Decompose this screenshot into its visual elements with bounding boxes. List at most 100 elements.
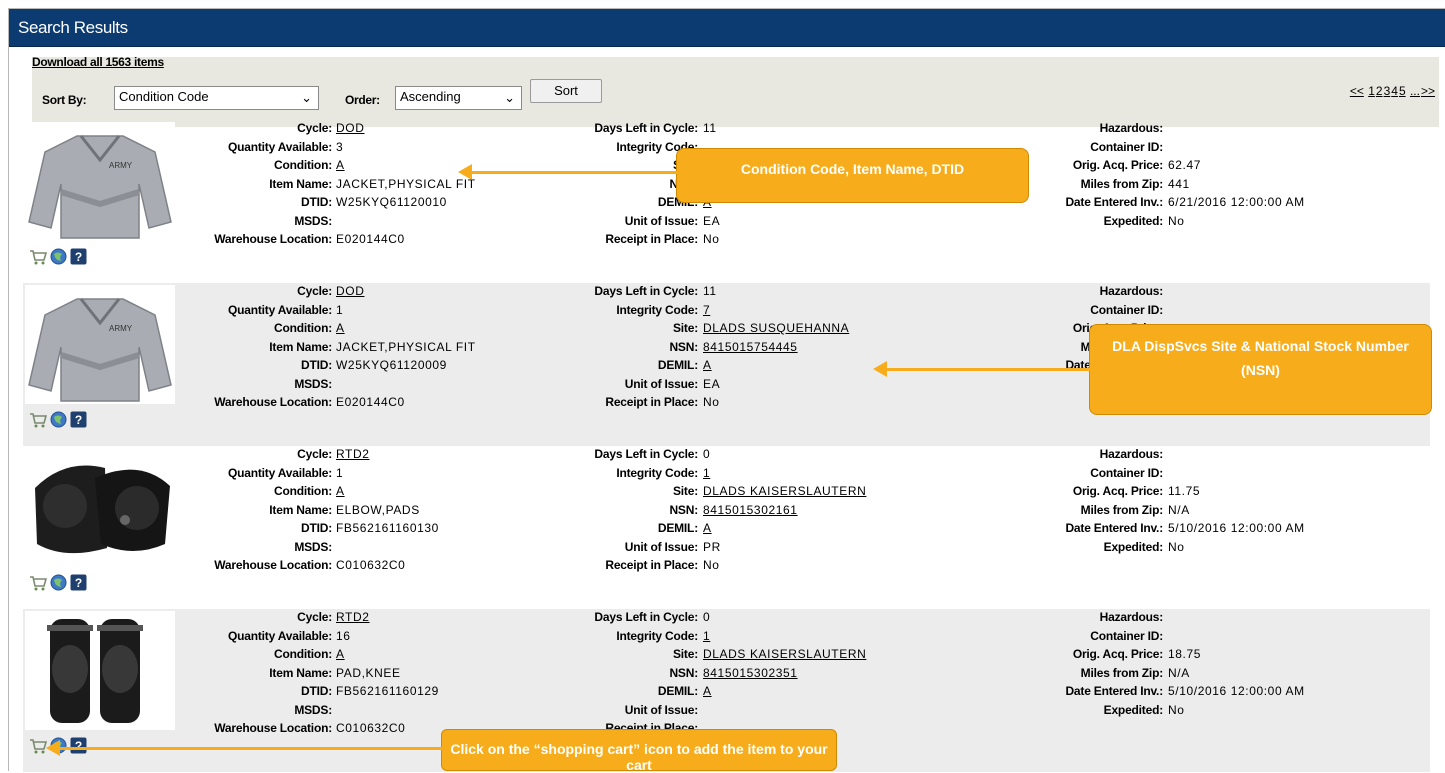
chevron-down-icon: ⌄ xyxy=(301,90,312,105)
field-value-condition[interactable]: A xyxy=(336,484,345,498)
field-value-demil[interactable]: A xyxy=(703,521,712,535)
shopping-cart-icon[interactable] xyxy=(29,738,48,759)
sort-by-select[interactable]: Condition Code ⌄ xyxy=(114,86,319,110)
field-value-cycle[interactable]: DOD xyxy=(336,284,364,298)
field-value-qty: 1 xyxy=(336,302,344,317)
field-value-date-entered: 6/21/2016 12:00:00 AM xyxy=(1168,195,1305,209)
field-value-condition[interactable]: A xyxy=(336,321,345,335)
field-value-unit: PR xyxy=(703,539,721,554)
field-value-qty: 16 xyxy=(336,628,351,643)
download-all-link[interactable]: Download all 1563 items xyxy=(32,55,164,69)
shopping-cart-icon[interactable] xyxy=(29,412,48,433)
field-value-warehouse: E020144C0 xyxy=(336,395,405,409)
field-label-site: Site: xyxy=(672,484,698,498)
item-thumbnail[interactable] xyxy=(25,448,175,567)
item-thumbnail[interactable]: ARMY xyxy=(25,122,175,241)
field-value-expedited: No xyxy=(1168,539,1185,554)
page-last-link[interactable]: >> xyxy=(1421,84,1435,98)
globe-icon[interactable] xyxy=(50,411,67,433)
field-label-receipt: Receipt in Place: xyxy=(605,558,698,572)
globe-icon[interactable] xyxy=(50,574,67,596)
field-value-integrity[interactable]: 1 xyxy=(703,466,710,480)
field-value-nsn[interactable]: 8415015302161 xyxy=(703,503,798,517)
field-value-condition[interactable]: A xyxy=(336,647,345,661)
page-5-link[interactable]: 5 xyxy=(1399,84,1406,98)
page-more-link[interactable]: ... xyxy=(1410,84,1420,98)
page-title: Search Results xyxy=(18,18,128,37)
field-value-days-left: 11 xyxy=(703,284,717,298)
field-label-warehouse: Warehouse Location: xyxy=(214,558,332,572)
svg-text:?: ? xyxy=(75,250,82,264)
page-3-link[interactable]: 3 xyxy=(1384,84,1391,98)
order-select[interactable]: Ascending ⌄ xyxy=(395,86,522,110)
field-label-dtid: DTID: xyxy=(301,684,332,698)
field-label-container: Container ID: xyxy=(1090,465,1163,480)
page-2-link[interactable]: 2 xyxy=(1376,84,1383,98)
field-value-site[interactable]: DLADS SUSQUEHANNA xyxy=(703,321,849,335)
field-value-item-name: ELBOW,PADS xyxy=(336,502,420,517)
field-value-demil[interactable]: A xyxy=(703,684,712,698)
field-label-integrity: Integrity Code: xyxy=(616,302,698,317)
field-value-cycle[interactable]: RTD2 xyxy=(336,447,370,461)
field-value-integrity[interactable]: 1 xyxy=(703,629,710,643)
help-icon[interactable]: ? xyxy=(70,574,87,596)
result-row: ? Cycle: RTD2 Quantity Available: 1 Condition… xyxy=(23,446,1430,609)
globe-icon[interactable] xyxy=(50,248,67,270)
field-label-hazardous: Hazardous: xyxy=(1099,284,1164,298)
field-value-expedited: No xyxy=(1168,702,1185,717)
field-value-integrity[interactable]: 7 xyxy=(703,303,710,317)
field-label-msds: MSDS: xyxy=(294,539,332,554)
field-label-dtid: DTID: xyxy=(301,358,332,372)
title-bar: Search Results xyxy=(9,9,1445,47)
callout-text: DLA DispSvcs Site & National Stock Numbe… xyxy=(1112,338,1409,378)
page-4-link[interactable]: 4 xyxy=(1391,84,1398,98)
order-value: Ascending xyxy=(400,89,461,104)
field-value-expedited: No xyxy=(1168,213,1185,228)
field-label-dtid: DTID: xyxy=(301,195,332,209)
field-value-unit: EA xyxy=(703,213,721,228)
field-value-nsn[interactable]: 8415015754445 xyxy=(703,340,798,354)
item-thumbnail[interactable] xyxy=(25,611,175,730)
svg-text:ARMY: ARMY xyxy=(109,161,133,170)
chevron-down-icon: ⌄ xyxy=(504,90,515,105)
field-label-unit: Unit of Issue: xyxy=(624,213,698,228)
page-1-link[interactable]: 1 xyxy=(1368,84,1375,98)
field-value-item-name: JACKET,PHYSICAL FIT xyxy=(336,339,476,354)
field-value-nsn[interactable]: 8415015302351 xyxy=(703,666,798,680)
field-label-receipt: Receipt in Place: xyxy=(605,232,698,246)
svg-text:?: ? xyxy=(75,413,82,427)
field-label-expedited: Expedited: xyxy=(1103,702,1164,717)
sort-button[interactable]: Sort xyxy=(530,79,602,103)
field-label-condition: Condition: xyxy=(274,321,332,335)
page-first-link[interactable]: << xyxy=(1350,84,1364,98)
field-label-days-left: Days Left in Cycle: xyxy=(594,284,698,298)
item-thumbnail[interactable]: ARMY xyxy=(25,285,175,404)
field-value-dtid: FB562161160129 xyxy=(336,684,439,698)
field-value-site[interactable]: DLADS KAISERSLAUTERN xyxy=(703,484,866,498)
field-value-receipt: No xyxy=(703,395,720,409)
callout-site-nsn: DLA DispSvcs Site & National Stock Numbe… xyxy=(1089,324,1432,415)
field-label-unit: Unit of Issue: xyxy=(624,702,698,717)
field-value-orig-price: 11.75 xyxy=(1168,484,1201,498)
callout-arrow xyxy=(470,171,677,174)
callout-text: Click on the “shopping cart” icon to add… xyxy=(450,741,828,773)
field-value-site[interactable]: DLADS KAISERSLAUTERN xyxy=(703,647,866,661)
help-icon[interactable]: ? xyxy=(70,411,87,433)
field-value-demil[interactable]: A xyxy=(703,358,712,372)
field-label-qty: Quantity Available: xyxy=(227,628,332,643)
field-value-dtid: W25KYQ61120009 xyxy=(336,358,447,372)
field-label-item-name: Item Name: xyxy=(269,339,332,354)
field-value-warehouse: C010632C0 xyxy=(336,558,406,572)
field-value-cycle[interactable]: RTD2 xyxy=(336,610,370,624)
field-value-miles: 441 xyxy=(1168,176,1190,191)
svg-text:ARMY: ARMY xyxy=(109,324,133,333)
callout-arrow xyxy=(885,368,1091,371)
field-value-cycle[interactable]: DOD xyxy=(336,121,364,135)
shopping-cart-icon[interactable] xyxy=(29,575,48,596)
shopping-cart-icon[interactable] xyxy=(29,249,48,270)
help-icon[interactable]: ? xyxy=(70,248,87,270)
field-value-condition[interactable]: A xyxy=(336,158,345,172)
field-value-warehouse: E020144C0 xyxy=(336,232,405,246)
field-label-days-left: Days Left in Cycle: xyxy=(594,610,698,624)
field-value-date-entered: 5/10/2016 12:00:00 AM xyxy=(1168,521,1305,535)
